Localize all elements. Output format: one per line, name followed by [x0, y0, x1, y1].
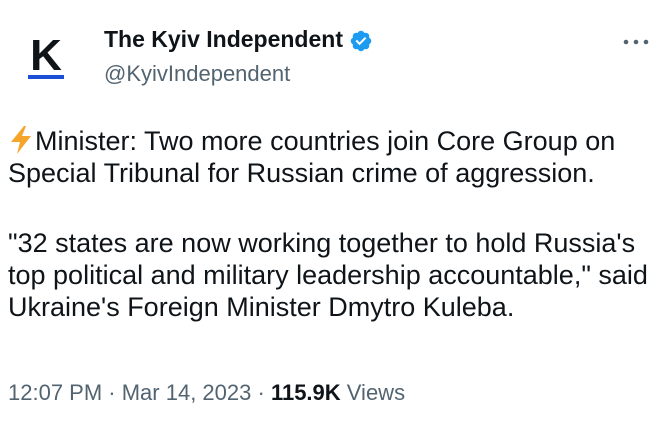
tweet-metadata: 12:07 PM · Mar 14, 2023 · 115.9K Views [8, 380, 405, 406]
more-horizontal-icon [623, 39, 649, 45]
views-label: Views [340, 380, 406, 405]
tweet-date[interactable]: Mar 14, 2023 [122, 380, 252, 405]
tweet-time[interactable]: 12:07 PM [8, 380, 102, 405]
avatar-letter: K [30, 31, 62, 80]
meta-separator: · [102, 380, 122, 405]
more-options-button[interactable] [618, 28, 654, 56]
tweet-text-1: Minister: Two more countries join Core G… [8, 126, 616, 188]
avatar[interactable]: K [18, 26, 74, 82]
views-count[interactable]: 115.9K [271, 380, 341, 405]
tweet-card: K The Kyiv Independent @KyivIndependent … [0, 0, 668, 444]
avatar-underline [28, 75, 64, 79]
tweet-text-paragraph-2: "32 states are now working together to h… [8, 228, 648, 322]
author-handle[interactable]: @KyivIndependent [104, 61, 290, 87]
verified-badge-icon [349, 29, 373, 53]
author-name-row: The Kyiv Independent [104, 26, 373, 53]
tweet-text-paragraph-1: Minister: Two more countries join Core G… [8, 125, 660, 189]
author-display-name[interactable]: The Kyiv Independent [104, 26, 343, 53]
kyiv-independent-logo-icon: K [28, 31, 64, 80]
lightning-bolt-icon [8, 125, 34, 155]
meta-separator: · [251, 380, 271, 405]
